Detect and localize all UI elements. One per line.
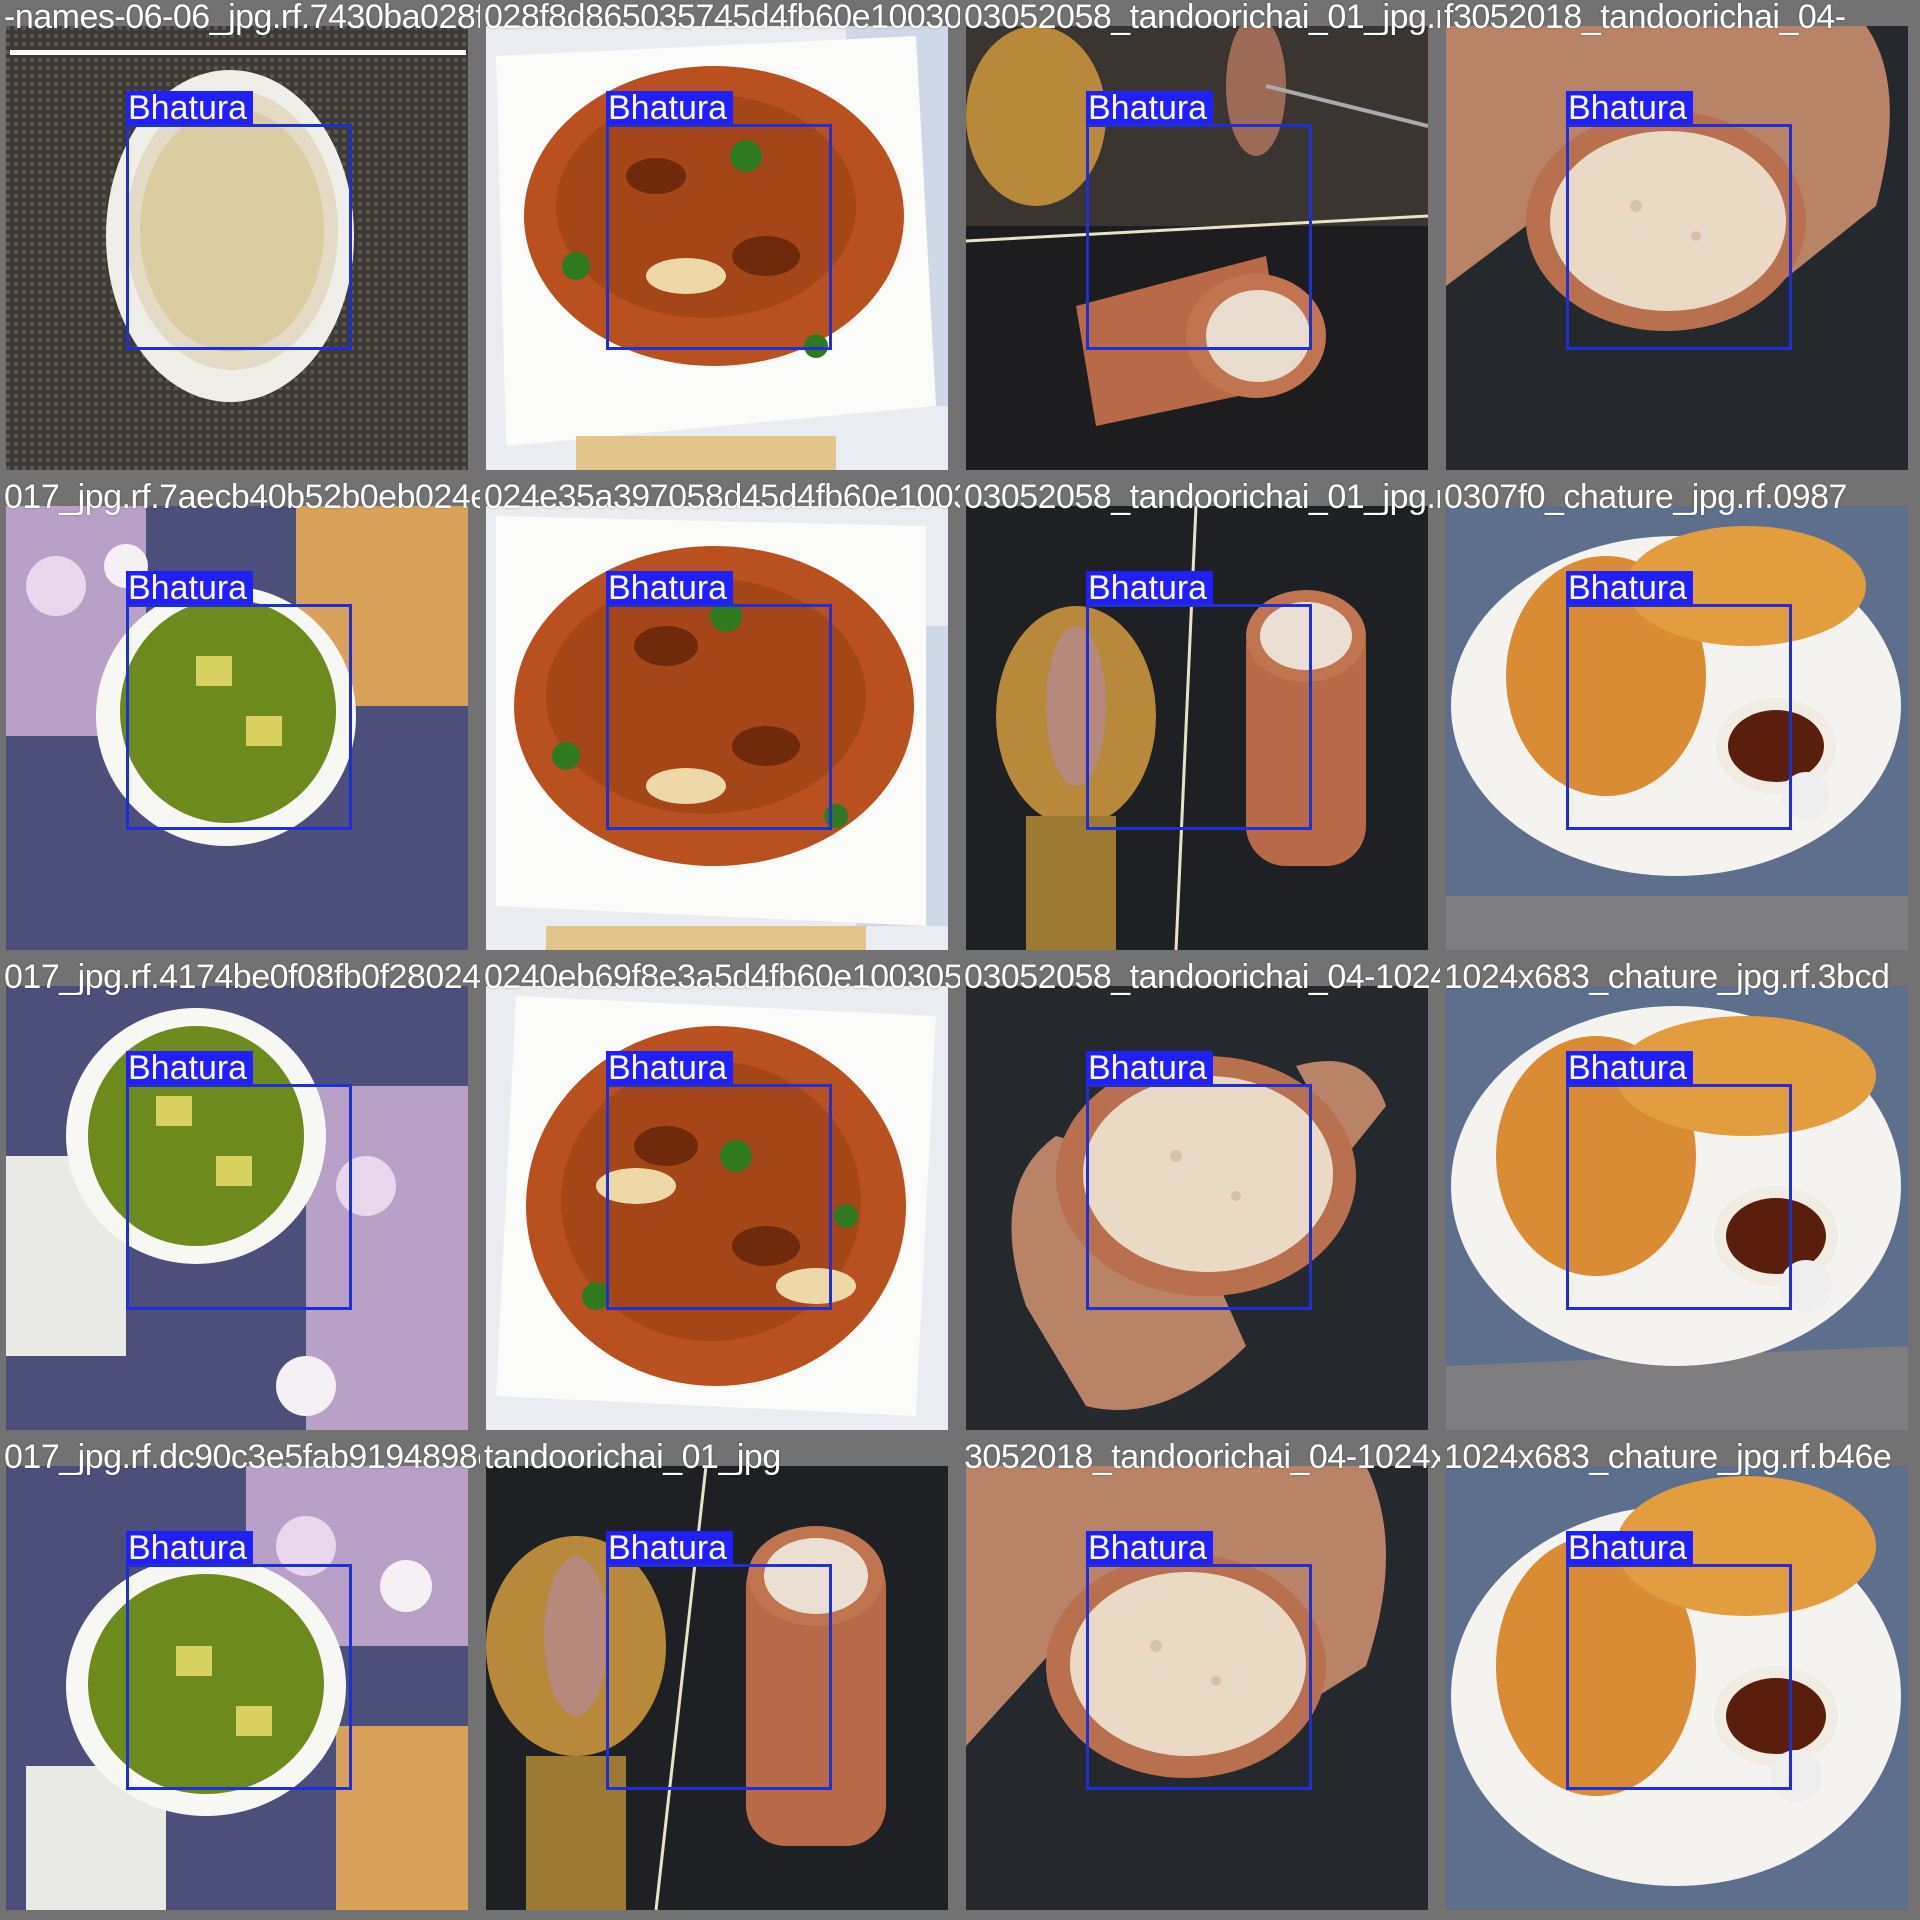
bbox-label: Bhatura (606, 1531, 734, 1565)
tile-filename: 03052058_tandoorichai_01_jpg.rf.3052018_… (964, 0, 1440, 36)
tile-9: 017_jpg.rf.4174be0f08fb0f28024e35a397058… (0, 960, 480, 1440)
bounding-box (1086, 124, 1312, 350)
bbox-label: Bhatura (1566, 1531, 1694, 1565)
tile-filename: 017_jpg.rf.dc90c3e5fab9194898c8f62d5a2a4… (4, 1440, 480, 1476)
tile-filename: 0240eb69f8e3a5d4fb60e1003052058 (484, 960, 960, 996)
tile-4: f3052018_tandoorichai_04- Bhatura (1440, 0, 1920, 480)
mosaic-grid: -names-06-06_jpg.rf.7430ba028f8d86503574… (0, 0, 1920, 1920)
tile-filename: 03052058_tandoorichai_01_jpg.rf.7f0c9d2f… (964, 480, 1440, 516)
bounding-box (1566, 1084, 1792, 1310)
tile-2: 028f8d865035745d4fb60e1003052058 Bhatura (480, 0, 960, 480)
tile-7: 03052058_tandoorichai_01_jpg.rf.7f0c9d2f… (960, 480, 1440, 960)
tile-3: 03052058_tandoorichai_01_jpg.rf.3052018_… (960, 0, 1440, 480)
tile-6: 024e35a397058d45d4fb60e1003052058 Bhatur… (480, 480, 960, 960)
tile-5: 017_jpg.rf.7aecb40b52b0eb024e35a39705d45… (0, 480, 480, 960)
bounding-box (1566, 604, 1792, 830)
bbox-label: Bhatura (1086, 1531, 1214, 1565)
tile-filename: 3052018_tandoorichai_04-1024x683 (964, 1440, 1440, 1476)
tile-15: 3052018_tandoorichai_04-1024x683 Bhatura (960, 1440, 1440, 1920)
tile-filename: tandoorichai_01_jpg (484, 1440, 781, 1476)
tile-13: 017_jpg.rf.dc90c3e5fab9194898c8f62d5a2a4… (0, 1440, 480, 1920)
bounding-box (126, 124, 352, 350)
bounding-box (126, 604, 352, 830)
bounding-box (606, 604, 832, 830)
tile-filename: f3052018_tandoorichai_04- (1444, 0, 1846, 36)
bbox-label: Bhatura (1566, 571, 1694, 605)
tile-16: 1024x683_chature_jpg.rf.b46e Bhatura (1440, 1440, 1920, 1920)
bbox-label: Bhatura (606, 1051, 734, 1085)
bounding-box (606, 1084, 832, 1310)
tile-filename: 1024x683_chature_jpg.rf.3bcd (1444, 960, 1890, 996)
tile-8: 0307f0_chature_jpg.rf.0987 Bhatura (1440, 480, 1920, 960)
tile-14: tandoorichai_01_jpg Bhatura (480, 1440, 960, 1920)
tile-filename: 017_jpg.rf.7aecb40b52b0eb024e35a39705d45… (4, 480, 480, 516)
tile-12: 1024x683_chature_jpg.rf.3bcd Bhatura (1440, 960, 1920, 1440)
tile-filename: 1024x683_chature_jpg.rf.b46e (1444, 1440, 1892, 1476)
bounding-box (1566, 124, 1792, 350)
bbox-label: Bhatura (126, 1531, 254, 1565)
tile-filename: 017_jpg.rf.4174be0f08fb0f28024e35a397058… (4, 960, 480, 996)
tile-filename: -names-06-06_jpg.rf.7430ba028f8d86503574… (4, 0, 480, 36)
bbox-label: Bhatura (606, 91, 734, 125)
tile-1: -names-06-06_jpg.rf.7430ba028f8d86503574… (0, 0, 480, 480)
bbox-label: Bhatura (126, 1051, 254, 1085)
tile-10: 0240eb69f8e3a5d4fb60e1003052058 Bhatura (480, 960, 960, 1440)
bbox-label: Bhatura (126, 91, 254, 125)
bounding-box (1566, 1564, 1792, 1790)
tile-filename: 03052058_tandoorichai_04-1024x683_chatur… (964, 960, 1440, 996)
tile-filename: 024e35a397058d45d4fb60e1003052058 (484, 480, 960, 516)
bbox-label: Bhatura (126, 571, 254, 605)
bounding-box (606, 124, 832, 350)
bbox-label: Bhatura (1086, 571, 1214, 605)
bounding-box (1086, 1564, 1312, 1790)
bounding-box (126, 1564, 352, 1790)
bbox-label: Bhatura (1566, 91, 1694, 125)
bbox-label: Bhatura (606, 571, 734, 605)
bbox-label: Bhatura (1566, 1051, 1694, 1085)
filename-underline (10, 50, 466, 55)
tile-filename: 028f8d865035745d4fb60e1003052058 (484, 0, 960, 36)
bounding-box (606, 1564, 832, 1790)
bbox-label: Bhatura (1086, 91, 1214, 125)
bounding-box (1086, 1084, 1312, 1310)
bounding-box (1086, 604, 1312, 830)
bbox-label: Bhatura (1086, 1051, 1214, 1085)
bounding-box (126, 1084, 352, 1310)
tile-filename: 0307f0_chature_jpg.rf.0987 (1444, 480, 1847, 516)
tile-11: 03052058_tandoorichai_04-1024x683_chatur… (960, 960, 1440, 1440)
